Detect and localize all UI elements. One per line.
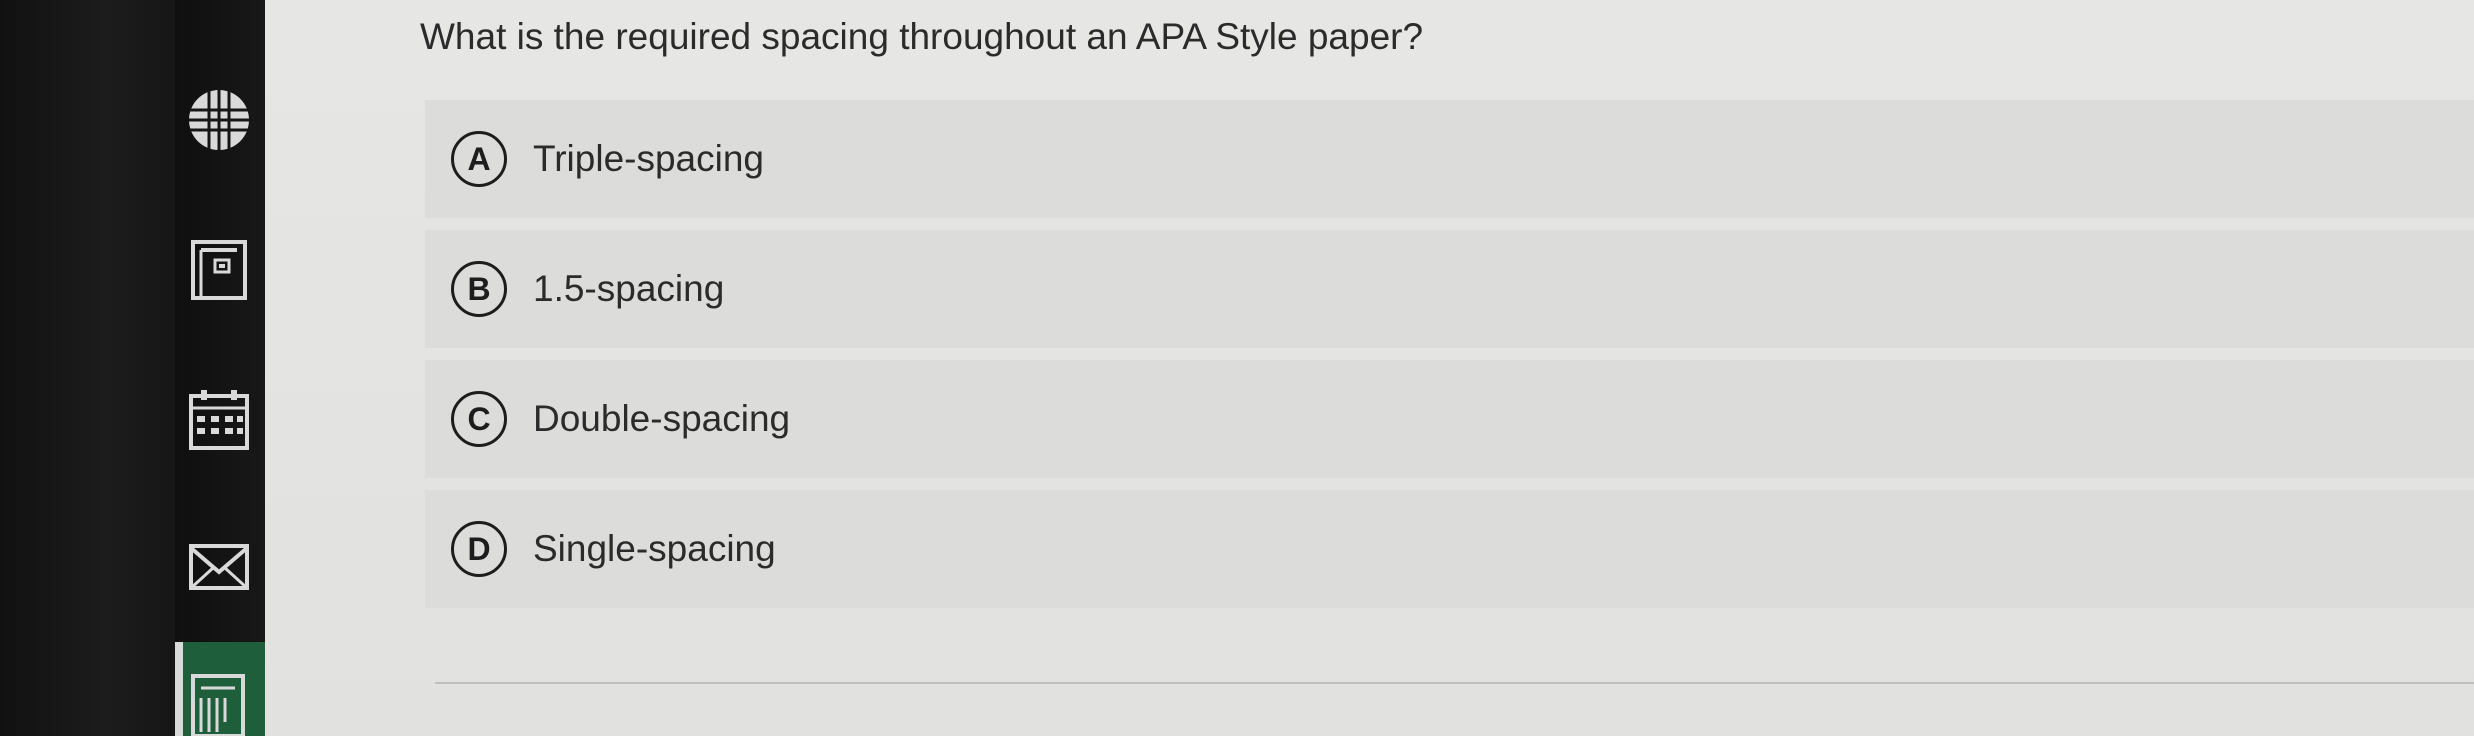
mail-icon[interactable] bbox=[187, 536, 251, 600]
calendar-icon[interactable] bbox=[187, 388, 251, 452]
section-divider bbox=[435, 682, 2474, 684]
question-text: What is the required spacing throughout … bbox=[420, 16, 1424, 57]
answer-option-d[interactable]: D Single-spacing bbox=[425, 490, 2474, 608]
sidebar-active-item[interactable] bbox=[175, 642, 265, 736]
option-letter-badge: B bbox=[451, 261, 507, 317]
active-indicator bbox=[175, 642, 183, 736]
answer-option-b[interactable]: B 1.5-spacing bbox=[425, 230, 2474, 348]
option-letter-badge: C bbox=[451, 391, 507, 447]
answer-option-a[interactable]: A Triple-spacing bbox=[425, 100, 2474, 218]
document-icon bbox=[187, 672, 251, 736]
book-icon[interactable] bbox=[187, 238, 251, 302]
option-letter-badge: A bbox=[451, 131, 507, 187]
option-label: Double-spacing bbox=[533, 398, 791, 439]
question-panel: What is the required spacing throughout … bbox=[265, 0, 2474, 736]
app-sidebar bbox=[175, 0, 265, 736]
option-letter-badge: D bbox=[451, 521, 507, 577]
option-label: Triple-spacing bbox=[533, 138, 764, 179]
answer-option-c[interactable]: C Double-spacing bbox=[425, 360, 2474, 478]
screen-bezel bbox=[0, 0, 175, 736]
option-label: 1.5-spacing bbox=[533, 268, 725, 309]
globe-icon[interactable] bbox=[187, 88, 251, 152]
option-label: Single-spacing bbox=[533, 528, 776, 569]
